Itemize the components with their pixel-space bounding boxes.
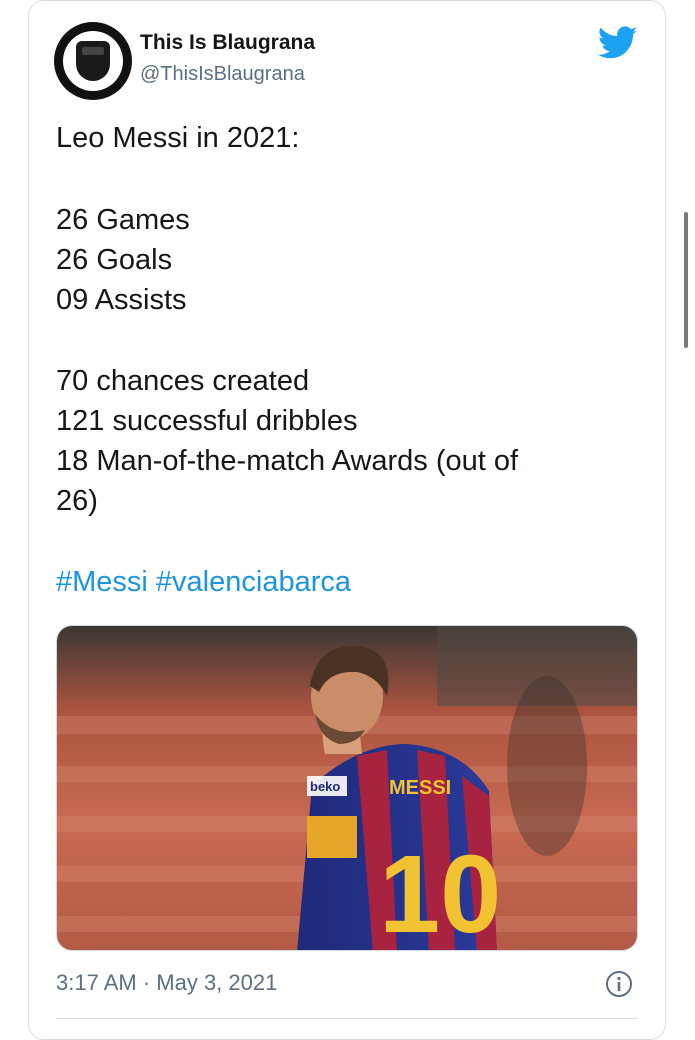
author-handle[interactable]: @ThisIsBlaugrana	[140, 63, 305, 86]
crest-icon	[76, 41, 110, 81]
author-display-name[interactable]: This Is Blaugrana	[140, 31, 315, 55]
tweet-photo[interactable]: beko MESSI 10	[56, 625, 638, 951]
tweet-text-line: 26 Games	[56, 204, 190, 236]
tweet-text-line: 18 Man-of-the-match Awards (out of	[56, 445, 519, 477]
tweet-text-line: Leo Messi in 2021:	[56, 122, 300, 154]
tweet-text-line: 70 chances created	[56, 365, 310, 397]
tweet-timestamp[interactable]: 3:17 AM · May 3, 2021	[56, 970, 277, 996]
sponsor-text: beko	[310, 779, 340, 794]
jersey-number: 10	[379, 833, 501, 951]
tweet-text-line: 121 successful dribbles	[56, 405, 358, 437]
tweet-text-line: 09 Assists	[56, 284, 187, 316]
divider	[56, 1018, 638, 1019]
tweet-text-line: 26 Goals	[56, 244, 173, 276]
hashtags-link[interactable]: #Messi #valenciabarca	[56, 564, 351, 600]
tweet-text-line: 26)	[56, 485, 98, 517]
twitter-bird-icon[interactable]	[598, 26, 638, 60]
info-icon[interactable]	[605, 970, 633, 998]
player-photo: beko MESSI 10	[57, 626, 637, 951]
avatar[interactable]	[54, 22, 132, 100]
scrollbar[interactable]	[684, 212, 688, 348]
jersey-name: MESSI	[389, 777, 451, 799]
